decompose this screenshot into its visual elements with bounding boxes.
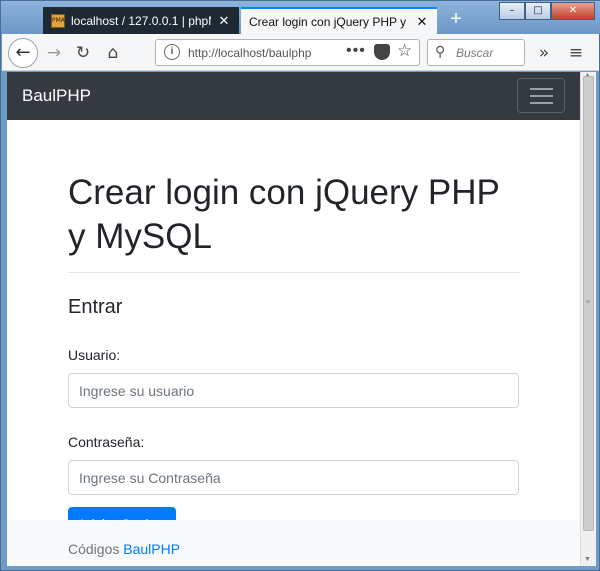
toggler-bar-icon xyxy=(530,88,553,90)
minimize-button[interactable]: – xyxy=(499,2,525,20)
username-input[interactable] xyxy=(68,373,519,408)
footer-text: Códigos BaulPHP xyxy=(68,541,180,557)
footer: Códigos BaulPHP xyxy=(7,520,580,566)
navbar-toggler-button[interactable] xyxy=(517,78,565,113)
search-placeholder: Buscar xyxy=(456,46,494,60)
footer-label: Códigos xyxy=(68,541,120,557)
url-bar[interactable]: i http://localhost/baulphp ••• ☆ xyxy=(155,39,420,66)
toggler-bar-icon xyxy=(530,95,553,97)
grip-icon: ≡ xyxy=(586,299,591,306)
reload-button[interactable]: ↻ xyxy=(72,42,94,64)
hamburger-menu-icon[interactable]: ≡ xyxy=(565,42,587,64)
tab-strip: PMA localhost / 127.0.0.1 | phpMyAd ✕ Cr… xyxy=(1,1,600,34)
section-title: Entrar xyxy=(68,296,123,318)
close-icon[interactable]: ✕ xyxy=(217,13,231,29)
pocket-icon[interactable] xyxy=(374,44,390,60)
vertical-scrollbar[interactable]: ▲ ≡ ▼ xyxy=(580,72,596,566)
search-bar[interactable]: ⚲ Buscar xyxy=(427,39,525,66)
new-tab-button[interactable]: + xyxy=(445,9,467,31)
tab-crear-login[interactable]: Crear login con jQuery PHP y MySQ ✕ xyxy=(241,7,437,34)
phpmyadmin-favicon-icon: PMA xyxy=(51,13,65,28)
divider xyxy=(68,272,520,273)
home-button[interactable]: ⌂ xyxy=(102,42,124,64)
site-navbar: BaulPHP xyxy=(7,72,580,120)
info-icon[interactable]: i xyxy=(164,44,180,60)
overflow-chevron-icon[interactable]: » xyxy=(533,42,555,64)
password-label: Contraseña: xyxy=(68,434,145,450)
forward-button[interactable]: → xyxy=(43,42,65,64)
username-label: Usuario: xyxy=(68,347,121,363)
page-actions-icon[interactable]: ••• xyxy=(346,42,366,60)
page-viewport: BaulPHP Crear login con jQuery PHP y MyS… xyxy=(7,72,580,566)
password-input[interactable] xyxy=(68,460,519,495)
tab-phpmyadmin[interactable]: PMA localhost / 127.0.0.1 | phpMyAd ✕ xyxy=(43,7,239,34)
close-icon[interactable]: ✕ xyxy=(415,14,429,30)
window-close-button[interactable]: ✕ xyxy=(551,2,595,20)
login-container: Crear login con jQuery PHP y MySQL Entra… xyxy=(68,120,520,541)
page-title: Crear login con jQuery PHP y MySQL xyxy=(68,173,500,256)
back-button[interactable]: ← xyxy=(8,38,38,68)
scroll-thumb[interactable]: ≡ xyxy=(583,76,594,531)
url-text[interactable]: http://localhost/baulphp xyxy=(188,46,338,60)
toggler-bar-icon xyxy=(530,102,553,104)
scroll-down-arrow-icon[interactable]: ▼ xyxy=(584,556,591,563)
tab-title: localhost / 127.0.0.1 | phpMyAd xyxy=(71,13,211,28)
bookmark-star-icon[interactable]: ☆ xyxy=(397,41,412,61)
footer-link[interactable]: BaulPHP xyxy=(123,541,180,557)
browser-window: PMA localhost / 127.0.0.1 | phpMyAd ✕ Cr… xyxy=(0,0,600,571)
navbar-brand[interactable]: BaulPHP xyxy=(22,86,91,106)
tab-title: Crear login con jQuery PHP y MySQ xyxy=(249,14,409,29)
navigation-toolbar: ← → ↻ ⌂ i http://localhost/baulphp ••• ☆… xyxy=(2,34,599,71)
window-controls: – □ ✕ xyxy=(499,2,595,20)
maximize-button[interactable]: □ xyxy=(525,2,551,20)
search-icon: ⚲ xyxy=(435,44,446,60)
